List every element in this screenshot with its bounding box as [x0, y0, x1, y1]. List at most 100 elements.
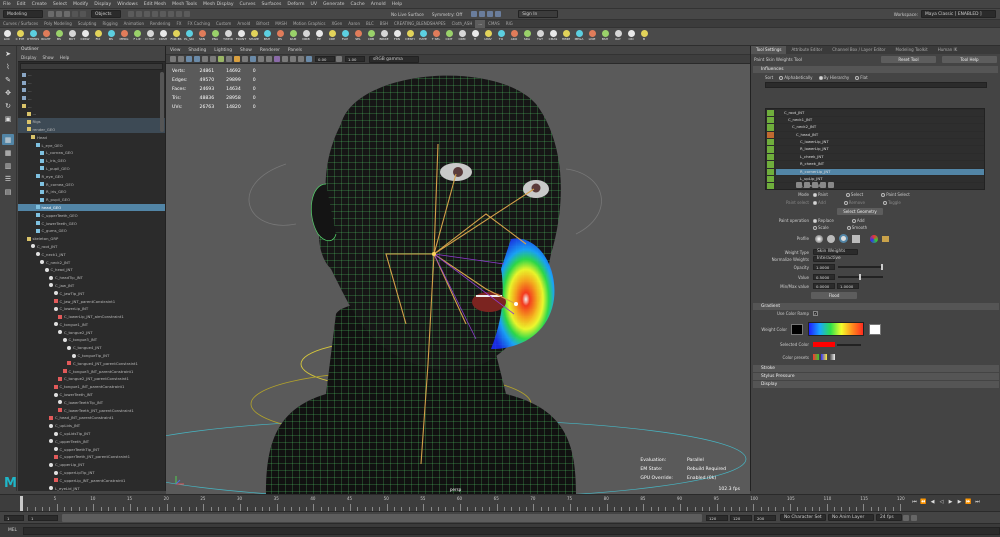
viewport-tool-icon[interactable] [210, 56, 216, 62]
op-scale-radio[interactable]: Scale [813, 225, 829, 230]
outliner-row[interactable]: L_cornea_GEO [18, 149, 165, 157]
outliner-row[interactable]: C_lowerLip_JNT_aimConstraint1 [18, 313, 165, 321]
viewport-tool-icon[interactable] [234, 56, 240, 62]
range-start-field[interactable]: 1 [28, 514, 58, 521]
ipr-icon[interactable] [184, 11, 190, 17]
shelf-button[interactable]: TGT [534, 29, 546, 45]
outliner-row[interactable]: C_head_JNT_parentConstraint1 [18, 414, 165, 422]
menu-item[interactable]: Display [91, 0, 114, 9]
weight-max-swatch[interactable] [869, 323, 881, 335]
influence-row[interactable]: R_cheek_JNT [766, 161, 984, 168]
outliner-row[interactable]: C_upperTeeth_JNT [18, 437, 165, 445]
loop-icon[interactable] [903, 514, 909, 521]
toggle-icon[interactable] [495, 11, 502, 17]
outliner-row[interactable]: ... [18, 110, 165, 118]
shelf-button[interactable]: SDA [521, 29, 533, 45]
colorspace-dropdown[interactable]: sRGB gamma [369, 55, 419, 63]
open-scene-icon[interactable] [56, 11, 62, 17]
weight-min-swatch[interactable] [791, 323, 803, 335]
viewport[interactable]: Verts: 24861 14692 0 Edges: 49570 29899 0 Faces:… [166, 64, 750, 494]
shelf-tab[interactable]: Cloth_ASH [449, 20, 476, 28]
shelf-button[interactable]: TWEIR [222, 29, 234, 45]
outliner-row[interactable]: L_iris_GEO [18, 157, 165, 165]
influence-row[interactable]: R_lowerLip_JNT [766, 146, 984, 153]
viewport-tool-icon[interactable] [282, 56, 288, 62]
soft-brush-icon[interactable] [827, 234, 835, 243]
viewport-tool-icon[interactable] [186, 56, 192, 62]
lasso-tool-icon[interactable]: ⌇ [2, 61, 14, 72]
viewport-tool-icon[interactable] [242, 56, 248, 62]
solid-brush-icon[interactable] [839, 234, 848, 243]
snap-grid-icon[interactable] [128, 11, 134, 17]
opacity-slider[interactable] [838, 264, 883, 270]
outliner-row[interactable]: C_lowerTeeth_GEO [18, 219, 165, 227]
shelf-tab[interactable]: Rigging [99, 20, 120, 28]
viewport-tool-icon[interactable] [306, 56, 312, 62]
outliner-row[interactable]: C_upperTeeth_JNT_parentConstraint1 [18, 453, 165, 461]
layout-two-icon[interactable]: ▥ [2, 160, 14, 171]
shelf-button[interactable]: MERG [118, 29, 130, 45]
ps-remove-radio[interactable]: Remove [843, 200, 865, 205]
outliner-row[interactable]: C_upLidsTip_JNT [18, 430, 165, 438]
viewport-tool-icon[interactable] [170, 56, 176, 62]
shelf-button[interactable]: F LIP [131, 29, 143, 45]
zoom-field[interactable]: 1.00 [345, 56, 365, 62]
shelf-tab[interactable]: Bifrost [253, 20, 272, 28]
influence-color-swatch[interactable] [767, 139, 774, 146]
fps-dropdown[interactable]: 24 fps [876, 514, 902, 521]
shelf-button[interactable]: FRN [391, 29, 403, 45]
shelf-button[interactable]: BIRRE [378, 29, 390, 45]
outliner-row[interactable]: C_upperTeethTip_JNT [18, 445, 165, 453]
outliner-menu-item[interactable]: Help [57, 54, 73, 61]
weight-type-dropdown[interactable]: Skin Weights [813, 249, 858, 255]
stroke-section[interactable]: Stroke [753, 365, 999, 372]
outliner-row[interactable]: C_neck1_JNT [18, 250, 165, 258]
shelf-button[interactable]: BSH [599, 29, 611, 45]
ps-toggle-radio[interactable]: Toggle [882, 200, 901, 205]
shelf-button[interactable]: BUT [66, 29, 78, 45]
weight-color-ramp[interactable] [808, 322, 864, 336]
undo-icon[interactable] [72, 11, 78, 17]
shelf-button[interactable]: BS [274, 29, 286, 45]
influence-color-swatch[interactable] [767, 176, 774, 183]
reset-tool-button[interactable]: Reset Tool [881, 56, 936, 63]
influence-row[interactable]: R_cornerLip_JNT [766, 168, 984, 176]
selected-color-swatch[interactable] [813, 342, 835, 347]
viewport-menu-item[interactable]: Renderer [256, 46, 284, 55]
outliner-row[interactable]: C_head_JNT [18, 266, 165, 274]
shelf-button[interactable]: SKN [196, 29, 208, 45]
outliner-row[interactable]: C_lowerLip_JNT [18, 305, 165, 313]
panel-tab[interactable]: Modeling Toolkit [891, 46, 933, 54]
shelf-button[interactable]: RIGHT [40, 29, 52, 45]
viewport-tool-icon[interactable] [194, 56, 200, 62]
viewport-menu-item[interactable]: Show [236, 46, 256, 55]
outliner-row[interactable]: C_lowerTeethTip_JNT [18, 398, 165, 406]
viewport-tool-icon[interactable] [290, 56, 296, 62]
viewport-menu-item[interactable]: Panels [284, 46, 306, 55]
opacity-field[interactable]: 1.0000 [813, 264, 835, 270]
menu-item[interactable]: Modify [70, 0, 91, 9]
outliner-row[interactable]: R_iris_GEO [18, 188, 165, 196]
viewport-tool-icon[interactable] [202, 56, 208, 62]
menu-item[interactable]: Edit [14, 0, 29, 9]
step-back-key-icon[interactable]: ⏪ [920, 499, 927, 506]
stylus-pressure-section[interactable]: Stylus Pressure [753, 373, 999, 380]
influence-color-swatch[interactable] [767, 161, 774, 168]
preset-icon[interactable] [829, 354, 835, 360]
shelf-button[interactable]: BS [105, 29, 117, 45]
shelf-button[interactable]: T SEL [430, 29, 442, 45]
select-tool-icon[interactable]: ➤ [2, 48, 14, 59]
shelf-tab[interactable]: CREATING_BLENDSHAPES [391, 20, 449, 28]
outliner-row[interactable]: R_pupil_GEO [18, 196, 165, 204]
live-surface[interactable]: No Live Surface [391, 12, 424, 17]
toggle-icon[interactable] [479, 11, 486, 17]
scale-tool-icon[interactable]: ▣ [2, 113, 14, 124]
panel-tab[interactable]: Channel Box / Layer Editor [827, 46, 890, 54]
shelf-tab[interactable]: FX Caching [185, 20, 213, 28]
outliner-row[interactable]: R_eye_GEO [18, 172, 165, 180]
outliner-menu-item[interactable]: Show [39, 54, 56, 61]
shelf-tab[interactable]: Arnold [234, 20, 253, 28]
shelf-button[interactable]: D HAT [144, 29, 156, 45]
outliner-row[interactable]: C_tongueTip_JNT [18, 352, 165, 360]
outliner-row[interactable]: Head [18, 133, 165, 141]
